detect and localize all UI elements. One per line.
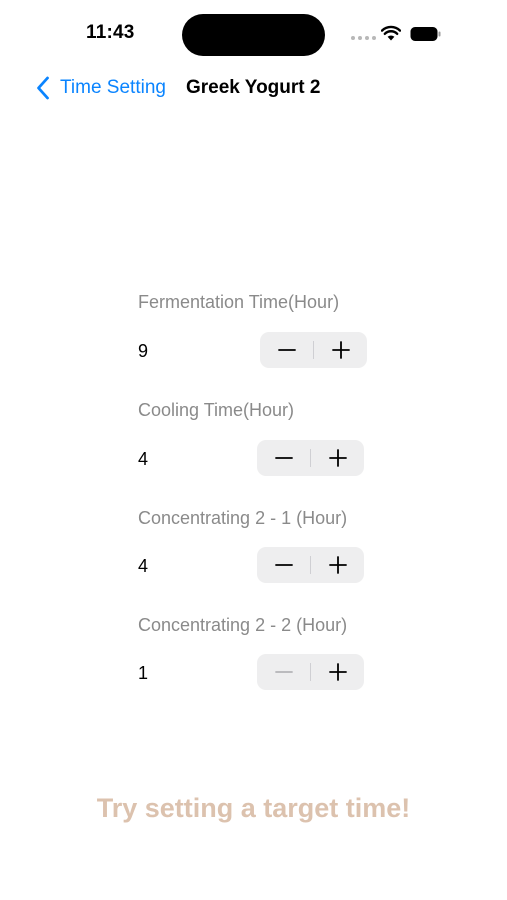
concentrating-2-1-increment-button[interactable] [311, 547, 364, 583]
plus-icon [331, 341, 350, 359]
fermentation-time-value: 9 [138, 341, 149, 361]
fermentation-time-label: Fermentation Time(Hour) [138, 292, 340, 312]
concentrating-2-1-stepper [257, 547, 364, 583]
minus-icon [274, 671, 293, 673]
concentrating-2-1-label: Concentrating 2 - 1 (Hour) [138, 508, 348, 528]
dynamic-island [182, 14, 325, 56]
cooling-time-value: 4 [138, 449, 149, 469]
concentrating-2-2-stepper [257, 654, 364, 690]
back-button[interactable]: Time Setting [36, 74, 166, 102]
battery-icon [410, 27, 441, 41]
minus-icon [274, 564, 293, 566]
chevron-left-icon [37, 76, 49, 100]
minus-icon [274, 457, 293, 459]
concentrating-2-2-label: Concentrating 2 - 2 (Hour) [138, 615, 348, 635]
status-time: 11:43 [86, 22, 135, 43]
fermentation-time-increment-button[interactable] [314, 332, 367, 368]
concentrating-2-2-increment-button[interactable] [311, 654, 364, 690]
concentrating-2-2-value: 1 [138, 663, 149, 683]
cooling-time-stepper [257, 440, 364, 476]
concentrating-2-1-value: 4 [138, 556, 149, 576]
fermentation-time-stepper [260, 332, 367, 368]
concentrating-2-1-decrement-button[interactable] [257, 547, 310, 583]
target-time-prompt: Try setting a target time! [96, 793, 411, 823]
concentrating-2-2-decrement-button[interactable] [257, 654, 310, 690]
plus-icon [328, 449, 347, 467]
plus-icon [328, 663, 347, 681]
page-title: Greek Yogurt 2 [186, 77, 321, 98]
back-button-label: Time Setting [60, 77, 166, 98]
wifi-icon [381, 25, 401, 41]
cooling-time-decrement-button[interactable] [257, 440, 310, 476]
plus-icon [328, 556, 347, 574]
cooling-time-label: Cooling Time(Hour) [138, 400, 295, 420]
minus-icon [277, 349, 296, 351]
cellular-dots-icon [351, 36, 376, 40]
fermentation-time-decrement-button[interactable] [260, 332, 313, 368]
cooling-time-increment-button[interactable] [311, 440, 364, 476]
